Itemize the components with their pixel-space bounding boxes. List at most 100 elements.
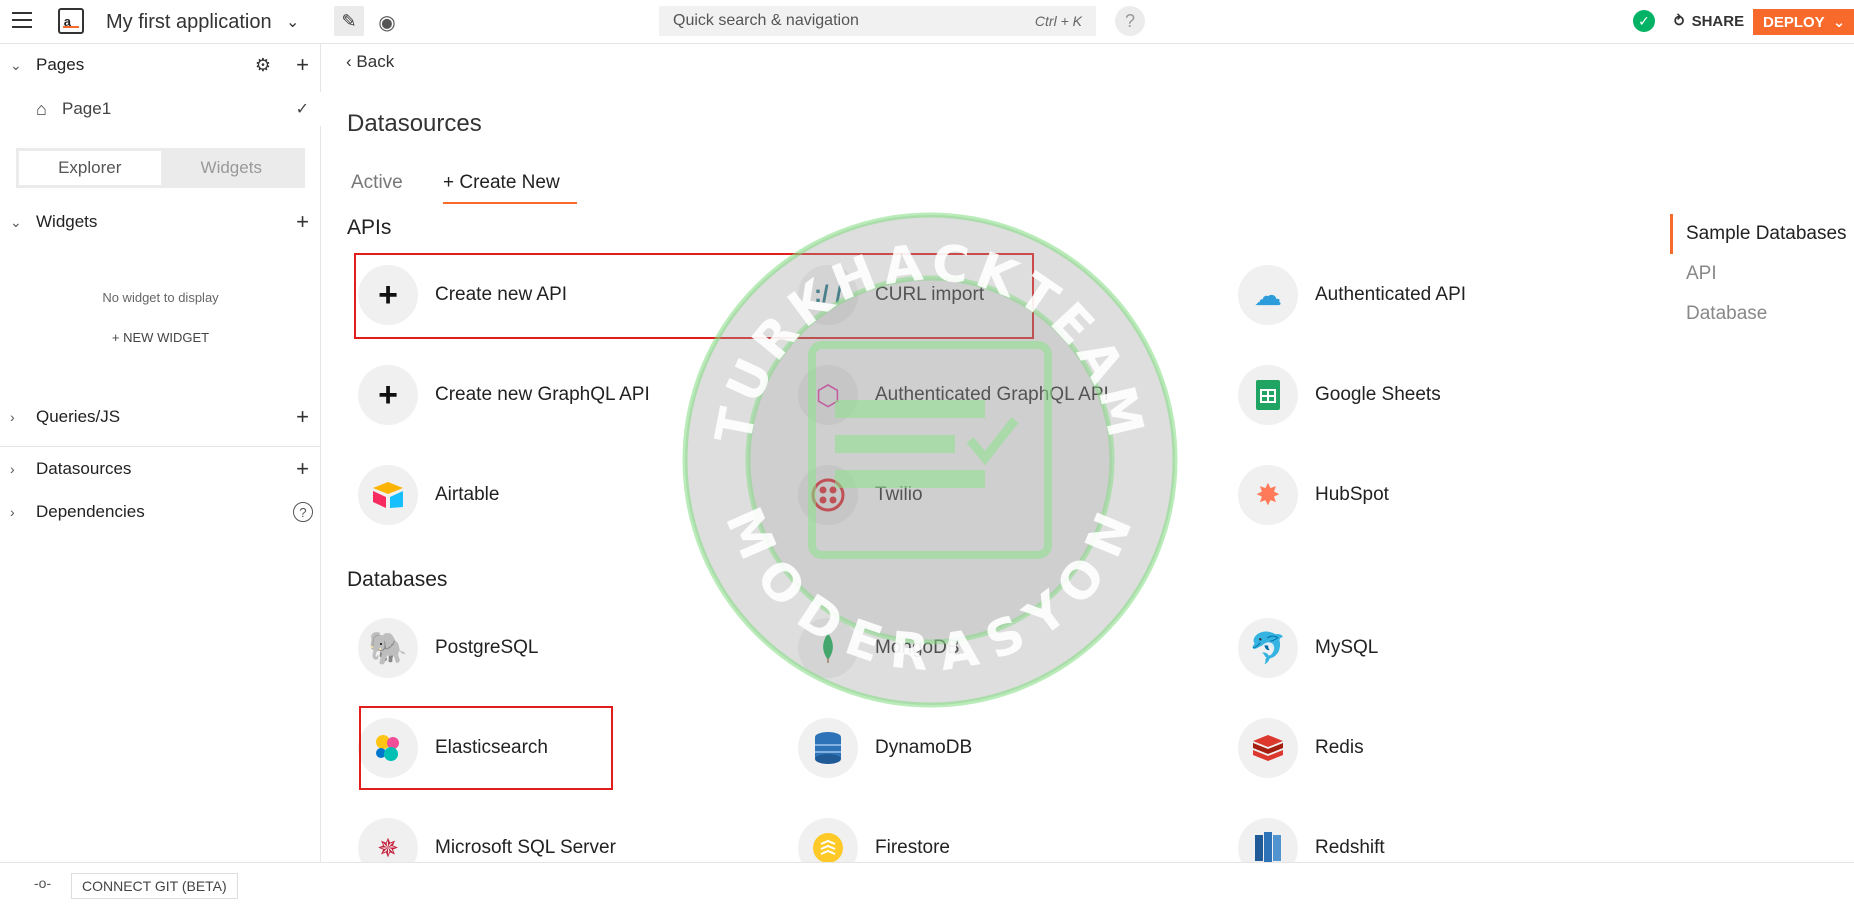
chevron-right-icon[interactable]: ›: [10, 409, 15, 425]
databases-section-title: Databases: [347, 568, 448, 591]
twilio-icon: [798, 465, 858, 525]
card-label: Create new GraphQL API: [435, 384, 650, 405]
gear-icon[interactable]: ⚙: [255, 55, 271, 76]
dependencies-section-header[interactable]: › Dependencies ?: [0, 495, 321, 529]
edit-mode-button[interactable]: ✎: [334, 6, 364, 36]
postgresql-card[interactable]: 🐘 PostgreSQL: [322, 611, 736, 685]
deploy-button[interactable]: DEPLOY ⌄: [1753, 9, 1854, 35]
queries-section-header[interactable]: › Queries/JS +: [0, 400, 321, 434]
google-sheets-icon: [1238, 365, 1298, 425]
card-label: Microsoft SQL Server: [435, 837, 616, 858]
plus-icon: +: [358, 365, 418, 425]
chevron-right-icon[interactable]: ›: [10, 504, 15, 520]
sidebar-item-page1[interactable]: ⌂ Page1 ✓: [0, 92, 321, 126]
card-label: Twilio: [875, 484, 923, 505]
tab-create-new[interactable]: + Create New: [443, 172, 577, 204]
tab-active[interactable]: Active: [351, 172, 403, 194]
add-datasource-button[interactable]: +: [296, 456, 309, 482]
card-label: MySQL: [1315, 637, 1379, 658]
app-logo[interactable]: a_: [58, 8, 84, 34]
right-nav-item-database[interactable]: Database: [1686, 303, 1767, 325]
postgresql-icon: 🐘: [358, 618, 418, 678]
dependencies-title: Dependencies: [36, 502, 145, 521]
chevron-left-icon: ‹: [346, 52, 352, 71]
back-link[interactable]: ‹ Back: [346, 52, 394, 72]
dynamodb-card[interactable]: DynamoDB: [756, 711, 1176, 785]
widgets-title: Widgets: [36, 212, 98, 231]
sidebar: ⌄ Pages ⚙ + ⌂ Page1 ✓ Explorer Widgets ⌄…: [0, 44, 321, 862]
page-label: Page1: [62, 99, 112, 118]
card-label: Redis: [1315, 737, 1364, 758]
mssql-card[interactable]: ✵ Microsoft SQL Server: [322, 811, 736, 862]
help-button[interactable]: ?: [1115, 6, 1145, 36]
hubspot-card[interactable]: ✸ HubSpot: [1196, 458, 1616, 532]
redshift-icon: [1238, 818, 1298, 862]
authenticated-graphql-api-card[interactable]: ⬡ Authenticated GraphQL API: [756, 358, 1176, 432]
redis-icon: [1238, 718, 1298, 778]
mongodb-card[interactable]: MongoDB: [756, 611, 1176, 685]
search-shortcut: Ctrl + K: [1034, 13, 1082, 29]
new-widget-button[interactable]: + NEW WIDGET: [0, 330, 321, 345]
menu-icon[interactable]: [12, 12, 32, 28]
home-icon: ⌂: [36, 98, 47, 119]
back-label: Back: [356, 52, 395, 71]
share-button[interactable]: ⥁ SHARE: [1673, 12, 1745, 31]
chevron-right-icon[interactable]: ›: [10, 461, 15, 477]
pages-section-header[interactable]: ⌄ Pages ⚙ +: [0, 48, 321, 82]
footer: -o- CONNECT GIT (BETA): [0, 862, 1854, 916]
add-widget-button[interactable]: +: [296, 209, 309, 235]
right-nav-item-sample-databases[interactable]: Sample Databases: [1686, 223, 1847, 245]
active-indicator: [1670, 214, 1673, 254]
add-query-button[interactable]: +: [296, 404, 309, 430]
tab-widgets[interactable]: Widgets: [161, 151, 303, 185]
right-nav-item-api[interactable]: API: [1686, 263, 1717, 285]
twilio-card[interactable]: Twilio: [756, 458, 1176, 532]
mongodb-icon: [798, 618, 858, 678]
chevron-down-icon[interactable]: ⌄: [10, 214, 22, 231]
airtable-card[interactable]: Airtable: [322, 458, 736, 532]
airtable-icon: [358, 465, 418, 525]
no-widget-message: No widget to display: [102, 290, 219, 305]
check-icon: ✓: [1633, 10, 1655, 32]
chevron-down-icon[interactable]: ⌄: [10, 57, 22, 74]
card-label: PostgreSQL: [435, 637, 539, 658]
tab-explorer[interactable]: Explorer: [19, 151, 161, 185]
redis-card[interactable]: Redis: [1196, 711, 1616, 785]
check-icon: ✓: [295, 101, 309, 118]
pages-title: Pages: [36, 55, 85, 74]
datasources-section-header[interactable]: › Datasources +: [0, 452, 321, 486]
card-label: Redshift: [1315, 837, 1385, 858]
mysql-icon: 🐬: [1238, 618, 1298, 678]
share-icon: ⥁: [1673, 13, 1686, 30]
datasources-title: Datasources: [36, 459, 132, 478]
help-icon[interactable]: ?: [293, 502, 313, 522]
firestore-card[interactable]: Firestore: [756, 811, 1176, 862]
search-placeholder: Quick search & navigation: [673, 12, 859, 29]
widgets-section-header[interactable]: ⌄ Widgets +: [0, 205, 321, 239]
top-bar: a_ My first application ⌄ ✎ ◉ Quick sear…: [0, 0, 1854, 44]
deploy-label: DEPLOY: [1763, 13, 1825, 31]
queries-title: Queries/JS: [36, 407, 121, 426]
firestore-icon: [798, 818, 858, 862]
card-label: Authenticated GraphQL API: [875, 384, 1109, 405]
card-label: HubSpot: [1315, 484, 1389, 505]
add-page-button[interactable]: +: [296, 52, 309, 78]
highlight-box: [359, 706, 613, 790]
page-title: Datasources: [347, 110, 482, 137]
app-name[interactable]: My first application: [106, 11, 272, 34]
authenticated-api-card[interactable]: ☁ Authenticated API: [1196, 258, 1616, 332]
explorer-widgets-toggle: Explorer Widgets: [16, 148, 305, 188]
google-sheets-card[interactable]: Google Sheets: [1196, 358, 1616, 432]
chevron-down-icon[interactable]: ⌄: [286, 12, 299, 32]
create-new-graphql-api-card[interactable]: + Create new GraphQL API: [322, 358, 736, 432]
preview-mode-button[interactable]: ◉: [372, 8, 402, 36]
main-content: ‹ Back Datasources Active + Create New A…: [322, 44, 1854, 862]
card-label: Authenticated API: [1315, 284, 1467, 305]
dynamodb-icon: [798, 718, 858, 778]
share-label: SHARE: [1691, 12, 1745, 30]
redshift-card[interactable]: Redshift: [1196, 811, 1616, 862]
connect-git-button[interactable]: CONNECT GIT (BETA): [71, 873, 238, 899]
mysql-card[interactable]: 🐬 MySQL: [1196, 611, 1616, 685]
search-input[interactable]: Quick search & navigation Ctrl + K: [659, 6, 1096, 36]
card-label: MongoDB: [875, 637, 960, 658]
